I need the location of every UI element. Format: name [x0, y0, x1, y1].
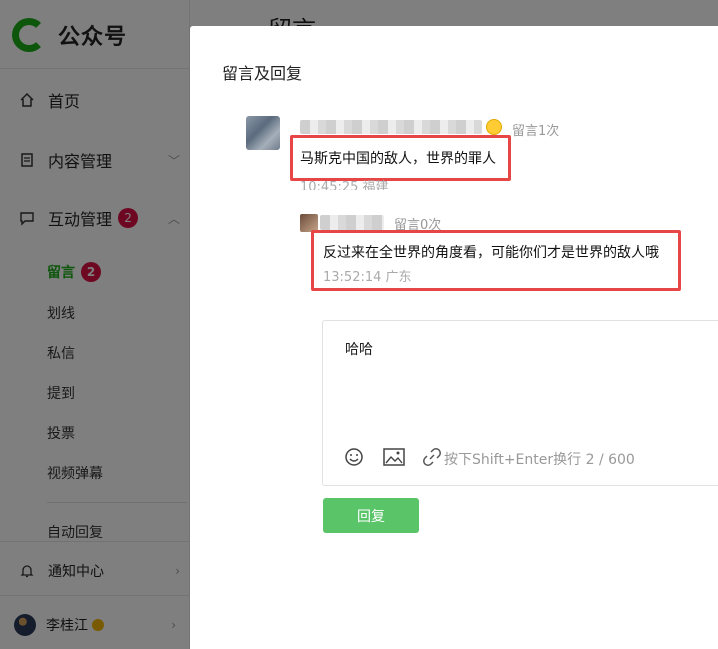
link-icon[interactable]: [421, 446, 443, 468]
emoji-picker-icon[interactable]: [343, 446, 365, 468]
comment-text: 马斯克中国的敌人，世界的罪人: [300, 151, 496, 167]
reply-input-value[interactable]: 哈哈: [345, 339, 373, 359]
reply-time-location: 13:52:14 广东: [323, 270, 412, 285]
commenter-avatar: [246, 116, 280, 150]
emoji-icon: [486, 119, 502, 135]
comment-count: 留言1次: [512, 124, 560, 139]
reply-text: 反过来在全世界的角度看，可能你们才是世界的敌人哦: [323, 245, 659, 261]
comment-reply-dialog: 留言及回复 留言1次 马斯克中国的敌人，世界的罪人 10:45:25 福建 留言…: [190, 26, 718, 649]
comment-time-location: 10:45:25 福建: [300, 180, 389, 190]
reply-editor[interactable]: 哈哈 按下Shift+Enter换行 2 / 600: [322, 320, 718, 486]
editor-hint: 按下Shift+Enter换行 2 / 600: [444, 449, 635, 469]
image-icon[interactable]: [383, 446, 405, 468]
char-counter: 2 / 600: [585, 452, 635, 468]
reply-button[interactable]: 回复: [323, 498, 419, 533]
dialog-title: 留言及回复: [222, 64, 303, 83]
commenter-name-redacted: [300, 120, 482, 134]
replier-name-redacted: [320, 215, 384, 230]
hint-text: 按下Shift+Enter换行: [444, 452, 582, 468]
